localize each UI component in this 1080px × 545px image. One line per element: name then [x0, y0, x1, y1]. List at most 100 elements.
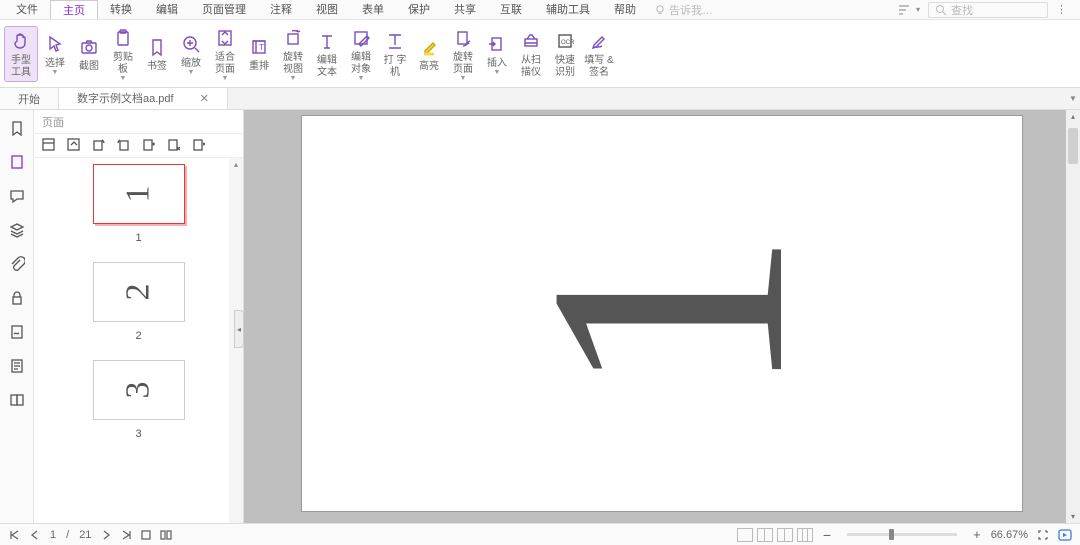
svg-text:OCR: OCR: [561, 40, 575, 46]
menu-file[interactable]: 文件: [4, 0, 50, 19]
menu-form[interactable]: 表单: [350, 0, 396, 19]
thumbnail-page-1[interactable]: 1: [93, 164, 185, 224]
left-rail: [0, 110, 34, 523]
thumbnail-page-2[interactable]: 2: [93, 262, 185, 322]
tool-reflow[interactable]: T 重排: [242, 33, 276, 75]
typewriter-icon: [383, 29, 407, 53]
clipboard-icon: [111, 26, 135, 50]
zoom-out-button[interactable]: −: [821, 527, 833, 543]
panel-rotate-ccw-icon[interactable]: [92, 138, 105, 154]
thumbnail-item[interactable]: 1 1: [34, 164, 243, 244]
rail-bookmarks-icon[interactable]: [7, 118, 27, 138]
tool-bookmark[interactable]: 书签: [140, 33, 174, 75]
tool-select[interactable]: 选择▼: [38, 30, 72, 78]
panel-expand-icon[interactable]: [42, 138, 55, 154]
tool-clipboard[interactable]: 剪贴 板▼: [106, 24, 140, 84]
rail-layers-icon[interactable]: [7, 220, 27, 240]
menu-help[interactable]: 帮助: [602, 0, 648, 19]
sort-icon[interactable]: ▾: [890, 4, 928, 16]
menu-page-manage[interactable]: 页面管理: [190, 0, 258, 19]
zoom-slider-handle[interactable]: [889, 529, 894, 540]
first-page-icon[interactable]: [8, 528, 22, 542]
tell-me-box[interactable]: 告诉我…: [648, 2, 719, 18]
tool-rotate-view[interactable]: 旋转 视图▼: [276, 24, 310, 84]
pages-panel-toolbar: [34, 134, 243, 158]
tool-zoom[interactable]: 缩放▼: [174, 30, 208, 78]
panel-collapse-handle[interactable]: ◂: [234, 310, 244, 348]
rail-security-icon[interactable]: [7, 288, 27, 308]
scroll-up-icon[interactable]: ▴: [234, 158, 238, 171]
panel-new-icon[interactable]: [142, 138, 155, 154]
document-tab-strip: 开始 数字示例文档aa.pdf ✕ ▼: [0, 88, 1080, 110]
menu-overflow-icon[interactable]: ⋮: [1048, 3, 1076, 16]
page-layout-icon-b[interactable]: [159, 528, 173, 542]
tool-snapshot[interactable]: 截图: [72, 33, 106, 75]
view-continuous-icon[interactable]: [757, 528, 773, 542]
ribbon-toolbar: 手型 工具 选择▼ 截图 剪贴 板▼ 书签 缩放▼ 适合 页面▼ T 重排 旋转…: [0, 20, 1080, 88]
menu-connect[interactable]: 互联: [488, 0, 534, 19]
thumbnail-item[interactable]: 3 3: [34, 360, 243, 440]
bulb-icon: [654, 4, 666, 16]
cursor-icon: [43, 32, 67, 56]
menu-view[interactable]: 视图: [304, 0, 350, 19]
panel-collapse-icon[interactable]: [67, 138, 80, 154]
thumbnail-page-3[interactable]: 3: [93, 360, 185, 420]
edit-text-icon: [315, 29, 339, 53]
search-box[interactable]: 查找: [928, 2, 1048, 18]
menu-home[interactable]: 主页: [50, 0, 98, 19]
rail-form-icon[interactable]: [7, 356, 27, 376]
pages-panel: 页面 1 1 2 2 3 3 ▴ ◂: [34, 110, 244, 523]
last-page-icon[interactable]: [119, 528, 133, 542]
rail-attachments-icon[interactable]: [7, 254, 27, 274]
hand-icon: [9, 29, 33, 53]
menu-share[interactable]: 共享: [442, 0, 488, 19]
tab-start[interactable]: 开始: [0, 88, 59, 109]
zoom-slider[interactable]: [847, 533, 957, 536]
scroll-up-icon[interactable]: ▴: [1066, 112, 1080, 121]
rail-pages-icon[interactable]: [7, 152, 27, 172]
zoom-value[interactable]: 66.67%: [991, 529, 1028, 541]
panel-delete-icon[interactable]: [167, 138, 180, 154]
panel-rotate-cw-icon[interactable]: [117, 138, 130, 154]
tool-edit-object[interactable]: 编辑 对象▼: [344, 24, 378, 84]
tool-insert[interactable]: 插入▼: [480, 30, 514, 78]
menu-comment[interactable]: 注释: [258, 0, 304, 19]
tabstrip-scroll-icon[interactable]: ▼: [1066, 88, 1080, 109]
tool-edit-text[interactable]: 编辑 文本: [310, 27, 344, 81]
tool-from-scanner[interactable]: 从扫 描仪: [514, 27, 548, 81]
page-current[interactable]: 1: [48, 529, 58, 541]
tab-document[interactable]: 数字示例文档aa.pdf ✕: [59, 88, 228, 109]
scroll-thumb[interactable]: [1068, 128, 1078, 164]
fullscreen-icon[interactable]: [1036, 528, 1050, 542]
menu-protect[interactable]: 保护: [396, 0, 442, 19]
tool-ocr[interactable]: OCR 快速 识别: [548, 27, 582, 81]
panel-options-icon[interactable]: [192, 138, 205, 154]
rail-tags-icon[interactable]: [7, 390, 27, 410]
tool-fitpage[interactable]: 适合 页面▼: [208, 24, 242, 84]
fitpage-icon: [213, 26, 237, 50]
close-icon[interactable]: ✕: [200, 92, 209, 105]
scroll-down-icon[interactable]: ▾: [1066, 512, 1080, 521]
view-facing-icon[interactable]: [777, 528, 793, 542]
tool-hand[interactable]: 手型 工具: [4, 26, 38, 82]
view-single-icon[interactable]: [737, 528, 753, 542]
tool-fill-sign[interactable]: 填写 &签名: [582, 27, 616, 81]
tool-highlight[interactable]: 高亮: [412, 33, 446, 75]
thumbnail-item[interactable]: 2 2: [34, 262, 243, 342]
prev-page-icon[interactable]: [28, 528, 42, 542]
view-facing-cont-icon[interactable]: [797, 528, 813, 542]
rail-comments-icon[interactable]: [7, 186, 27, 206]
page-viewer[interactable]: 1 ▴ ▾: [244, 110, 1080, 523]
menu-edit[interactable]: 编辑: [144, 0, 190, 19]
ocr-icon: OCR: [553, 29, 577, 53]
rail-signatures-icon[interactable]: [7, 322, 27, 342]
next-page-icon[interactable]: [99, 528, 113, 542]
tool-rotate-page[interactable]: 旋转 页面▼: [446, 24, 480, 84]
tool-typewriter[interactable]: 打 字机: [378, 27, 412, 81]
readmode-icon[interactable]: [1058, 528, 1072, 542]
viewer-vertical-scrollbar[interactable]: ▴ ▾: [1066, 110, 1080, 523]
zoom-in-button[interactable]: +: [971, 527, 983, 542]
menu-convert[interactable]: 转换: [98, 0, 144, 19]
page-layout-icon-a[interactable]: [139, 528, 153, 542]
menu-accessibility[interactable]: 辅助工具: [534, 0, 602, 19]
